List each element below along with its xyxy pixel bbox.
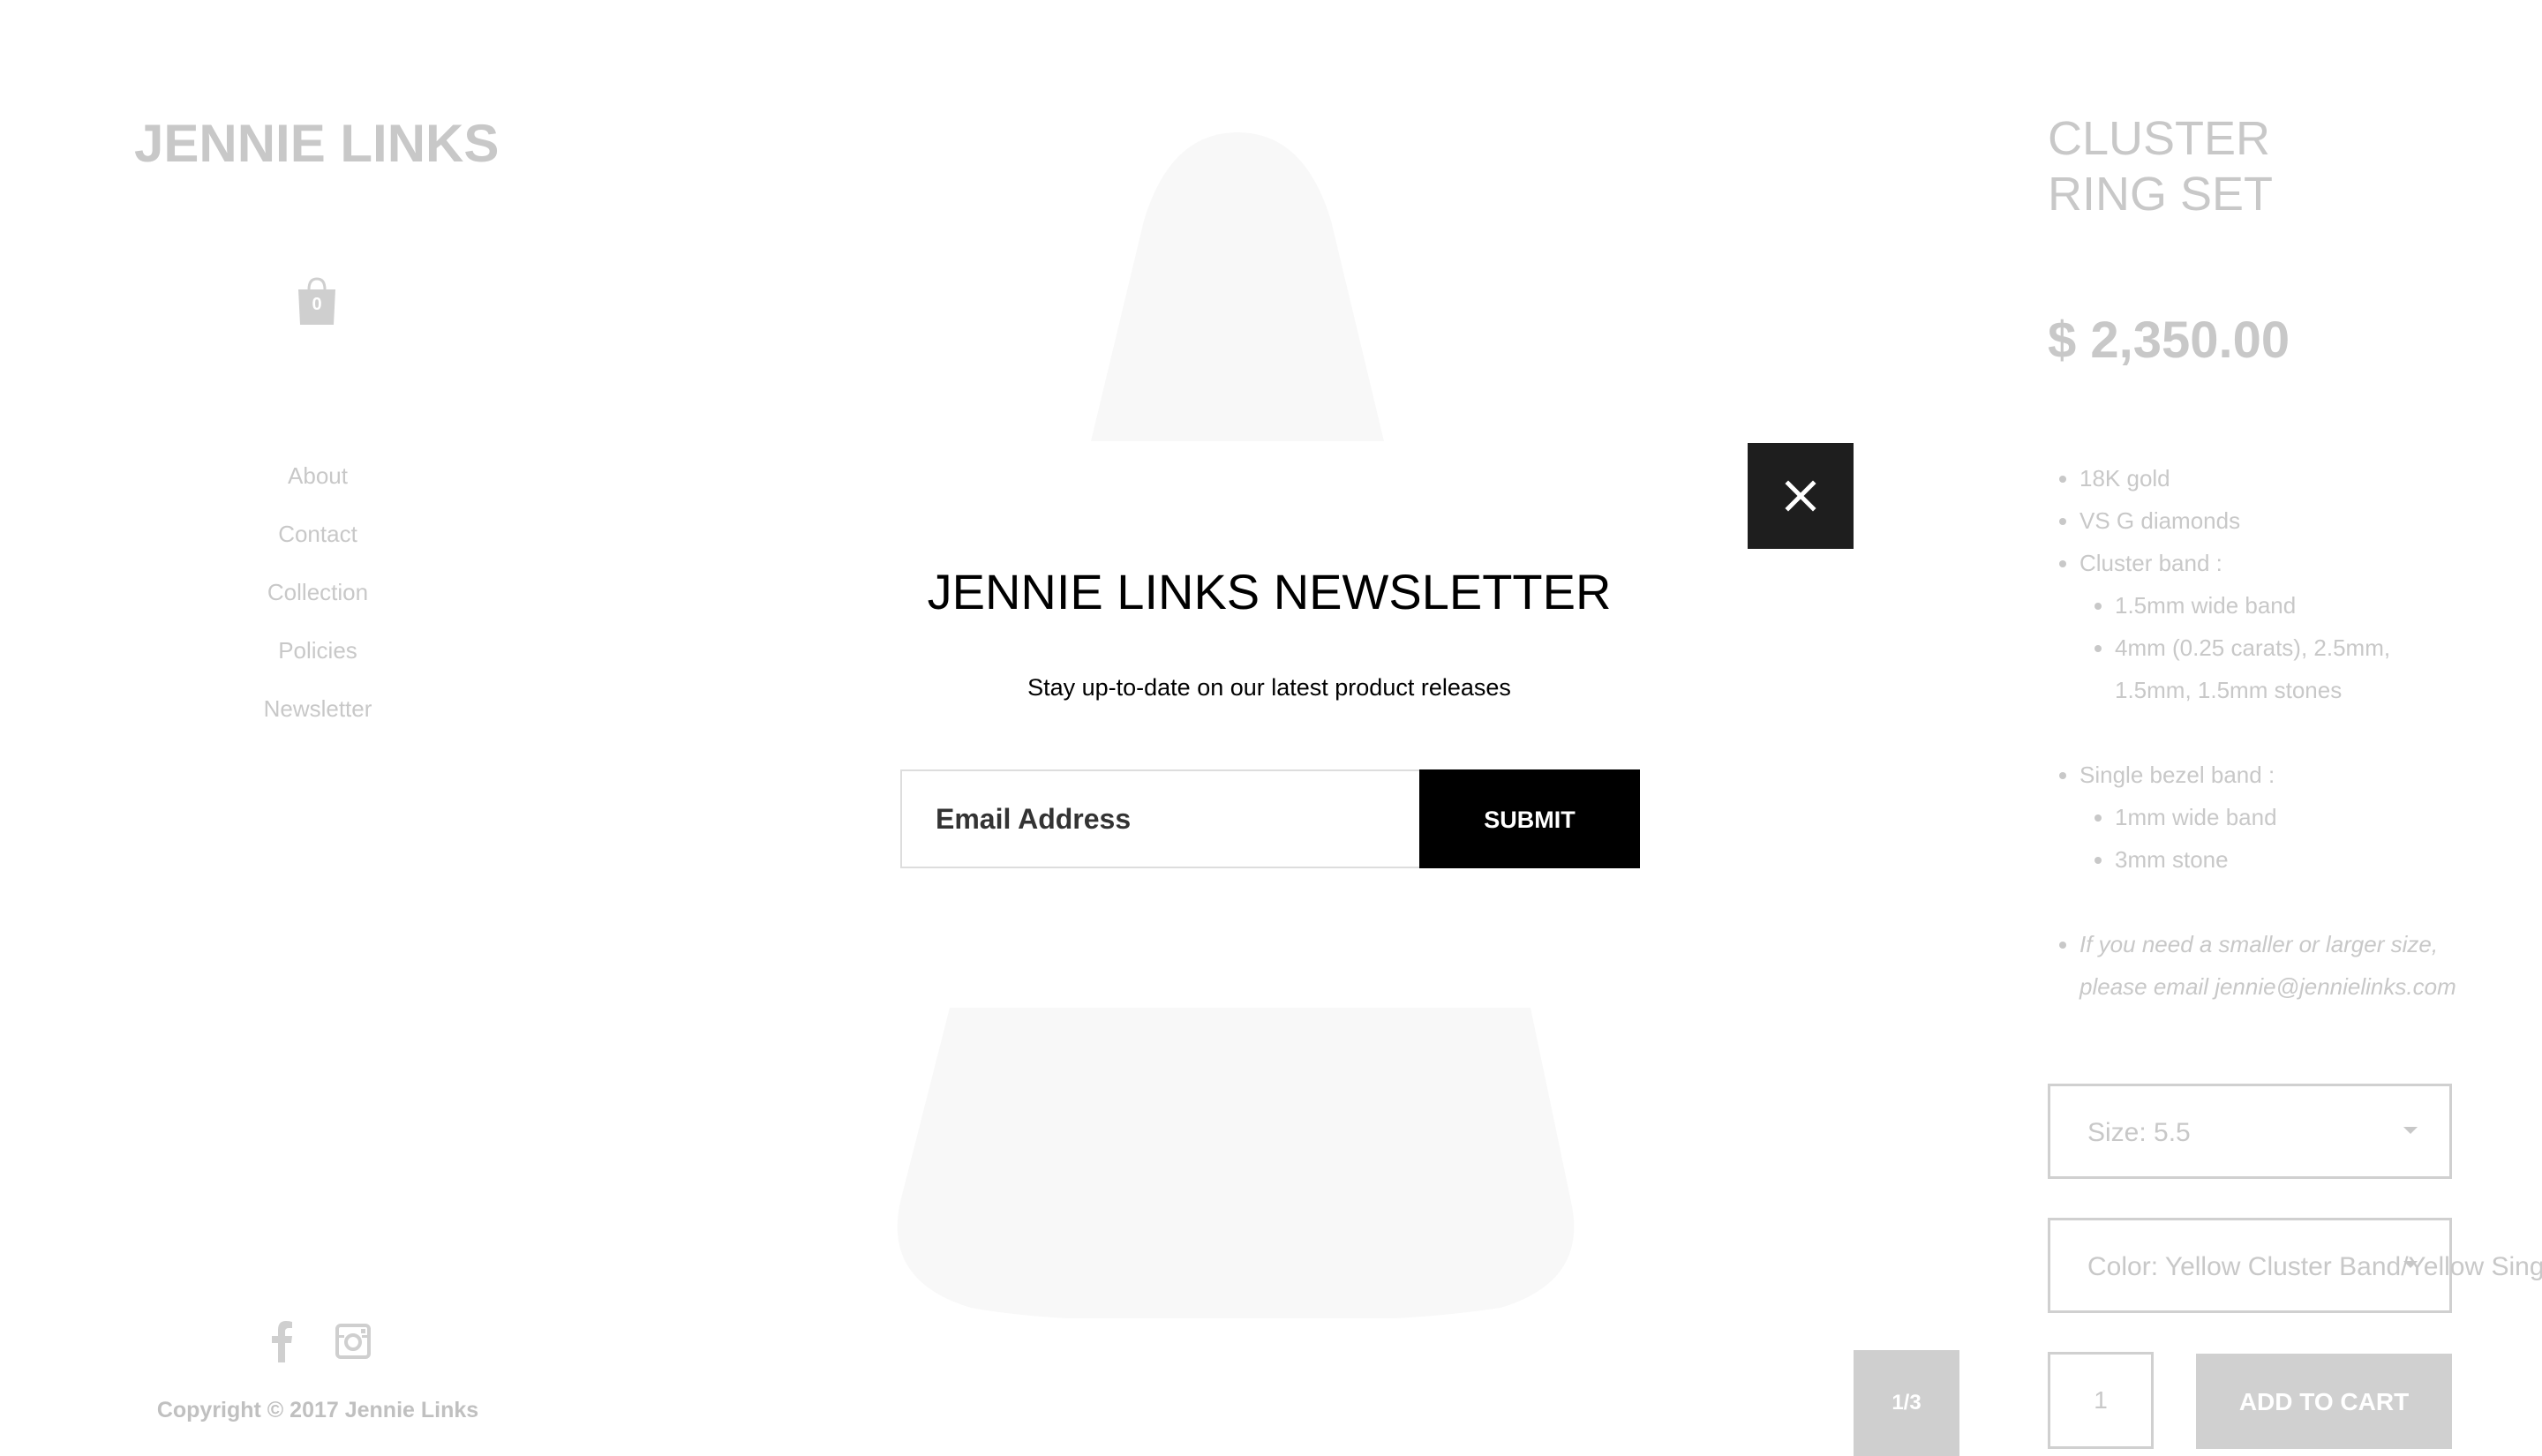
email-field[interactable] xyxy=(900,769,1421,868)
product-page: JENNIE LINKS 0 About Contact Collection … xyxy=(0,0,2542,1456)
close-icon xyxy=(1785,480,1816,512)
submit-button[interactable]: SUBMIT xyxy=(1419,769,1640,868)
modal-title: JENNIE LINKS NEWSLETTER xyxy=(927,564,1612,619)
modal-subtitle: Stay up-to-date on our latest product re… xyxy=(1027,674,1511,701)
newsletter-modal xyxy=(872,443,1666,1008)
close-button[interactable] xyxy=(1748,443,1854,549)
color-select-value: Color: Yellow Cluster Band/Yellow Sing xyxy=(2087,1252,2542,1281)
